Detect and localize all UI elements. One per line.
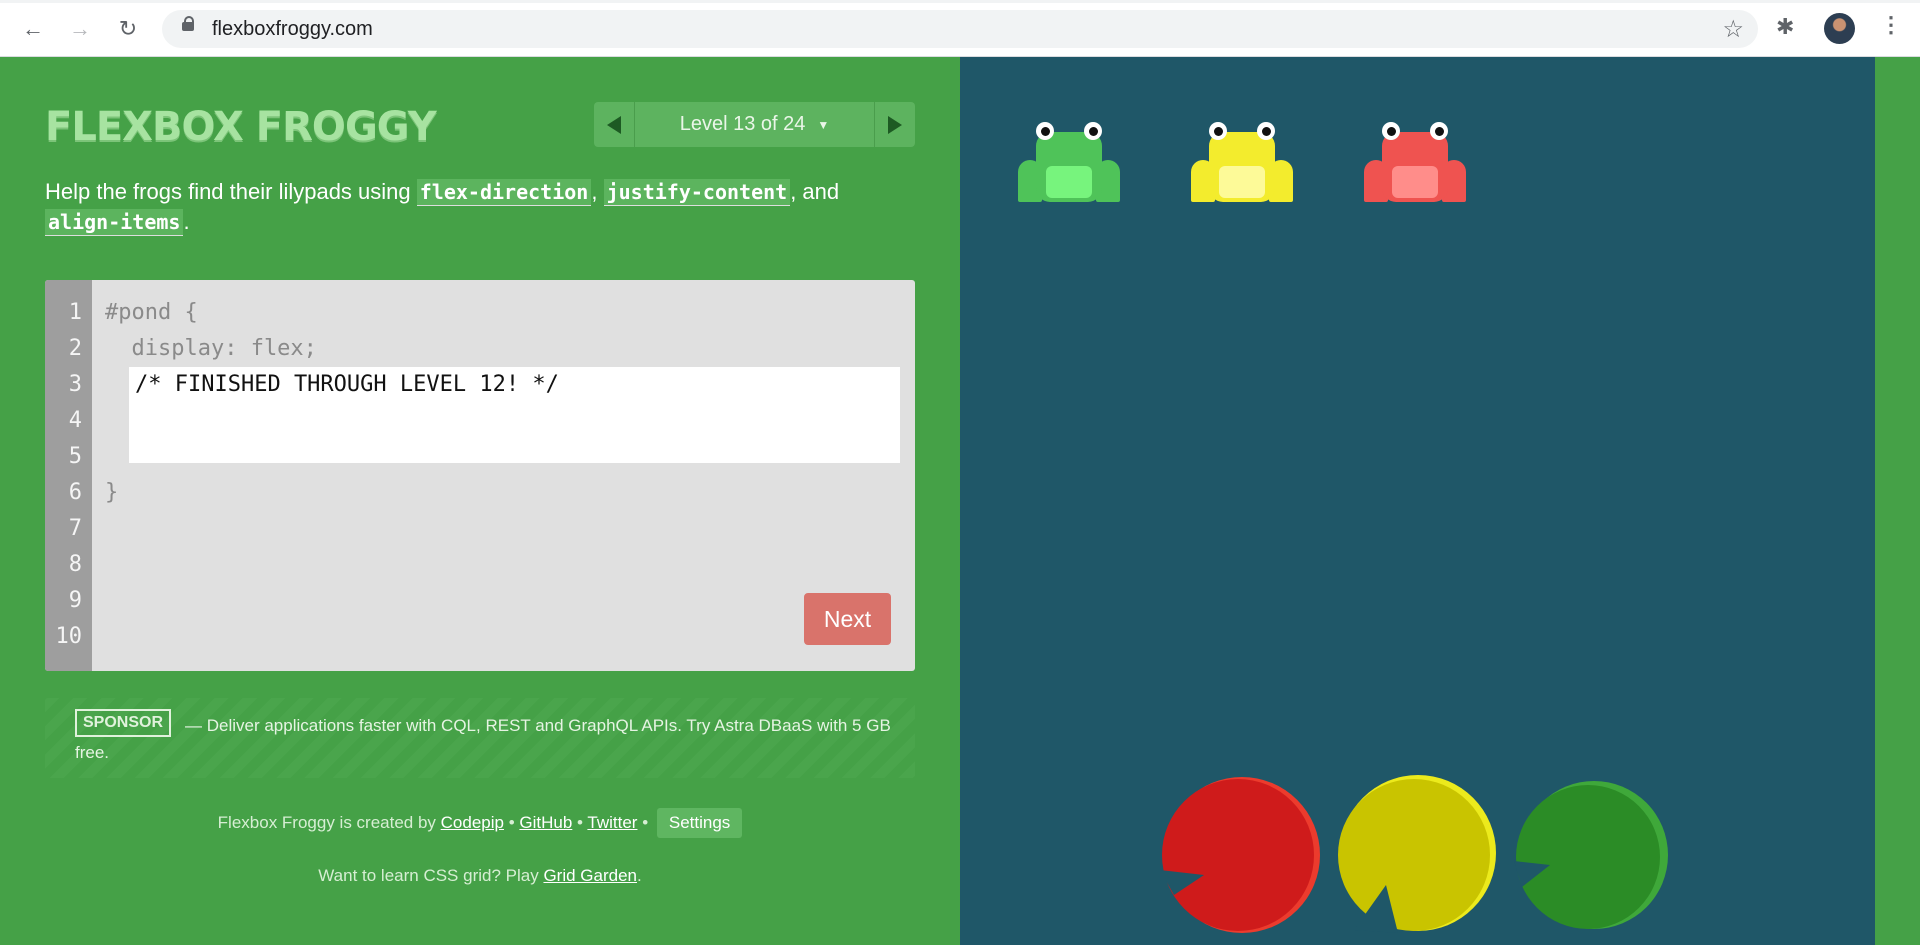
pond-board bbox=[960, 57, 1875, 945]
frog-eye bbox=[1257, 122, 1275, 140]
browser-menu-icon[interactable]: ⋮ bbox=[1880, 12, 1902, 38]
instructions-text: Help the frogs find their lilypads using… bbox=[45, 177, 905, 237]
separator-dot: • bbox=[503, 813, 520, 832]
next-level-button[interactable] bbox=[874, 102, 915, 147]
level-indicator[interactable]: Level 13 of 24 ▼ bbox=[635, 102, 874, 147]
twitter-link[interactable]: Twitter bbox=[587, 813, 637, 832]
line-number: 8 bbox=[68, 552, 82, 577]
reload-icon[interactable]: ↻ bbox=[113, 14, 143, 44]
line-number: 10 bbox=[55, 624, 83, 649]
instructions-panel: FLEXBOX FROGGY Level 13 of 24 ▼ Help the… bbox=[0, 57, 960, 945]
intro-text: Help the frogs find their lilypads using bbox=[45, 179, 417, 204]
frog-belly bbox=[1046, 166, 1092, 198]
lilypad-yellow bbox=[1338, 775, 1496, 933]
line-number: 3 bbox=[68, 372, 82, 397]
credits-text: Flexbox Froggy is created by bbox=[217, 813, 441, 832]
github-link[interactable]: GitHub bbox=[519, 813, 572, 832]
lock-icon[interactable] bbox=[182, 16, 194, 31]
level-label: Level 13 of 24 bbox=[679, 113, 806, 135]
frog-eye bbox=[1430, 122, 1448, 140]
tab-strip-edge bbox=[0, 0, 1920, 3]
intro-separator: , and bbox=[790, 179, 840, 204]
frog-eye bbox=[1382, 122, 1400, 140]
intro-separator: , bbox=[591, 179, 604, 204]
line-number: 2 bbox=[68, 336, 82, 361]
right-border-strip bbox=[1875, 57, 1920, 945]
lilypad-green bbox=[1514, 781, 1668, 929]
code-justify-content[interactable]: justify-content bbox=[603, 179, 791, 206]
code-align-items[interactable]: align-items bbox=[45, 209, 184, 236]
line-number: 5 bbox=[68, 444, 82, 469]
frog-eye bbox=[1036, 122, 1054, 140]
frog-eye bbox=[1209, 122, 1227, 140]
arrow-left-icon bbox=[607, 115, 621, 134]
frog-green bbox=[1014, 122, 1124, 212]
frog-yellow bbox=[1187, 122, 1297, 212]
css-input-value[interactable]: /* FINISHED THROUGH LEVEL 12! */ bbox=[135, 372, 559, 397]
codepip-link[interactable]: Codepip bbox=[441, 813, 504, 832]
lilypads-row bbox=[1160, 775, 1668, 933]
arrow-right-icon bbox=[888, 115, 902, 134]
frog-eye bbox=[1084, 122, 1102, 140]
level-navigator: Level 13 of 24 ▼ bbox=[594, 102, 915, 147]
promo-text: Want to learn CSS grid? Play bbox=[318, 866, 544, 885]
extensions-icon[interactable]: ✱ bbox=[1776, 14, 1794, 40]
code-flex-direction[interactable]: flex-direction bbox=[416, 179, 592, 206]
line-number: 4 bbox=[68, 408, 82, 433]
browser-toolbar: ← → ↻ flexboxfroggy.com ☆ ✱ ⋮ bbox=[0, 0, 1920, 57]
lilypad-red bbox=[1160, 777, 1320, 933]
code-line-display: display: flex; bbox=[105, 336, 317, 361]
intro-suffix: . bbox=[183, 209, 190, 234]
grid-garden-link[interactable]: Grid Garden bbox=[543, 866, 637, 885]
promo-suffix: . bbox=[637, 866, 642, 885]
frog-belly bbox=[1219, 166, 1265, 198]
next-button[interactable]: Next bbox=[804, 593, 891, 645]
sponsor-badge: SPONSOR bbox=[75, 709, 172, 737]
url-text[interactable]: flexboxfroggy.com bbox=[212, 18, 373, 41]
sponsor-text[interactable]: — Deliver applications faster with CQL, … bbox=[75, 712, 915, 766]
settings-button[interactable]: Settings bbox=[656, 808, 743, 838]
address-bar[interactable]: flexboxfroggy.com ☆ bbox=[162, 10, 1758, 48]
profile-avatar[interactable] bbox=[1824, 13, 1855, 44]
frog-belly bbox=[1392, 166, 1438, 198]
line-number-gutter: 1 2 3 4 5 6 7 8 9 10 bbox=[45, 280, 92, 671]
separator-dot: • bbox=[572, 813, 588, 832]
back-icon[interactable]: ← bbox=[18, 14, 48, 44]
code-line-selector: #pond { bbox=[105, 300, 198, 325]
line-number: 6 bbox=[68, 480, 82, 505]
bookmark-star-icon[interactable]: ☆ bbox=[1722, 15, 1744, 44]
caret-down-icon: ▼ bbox=[817, 117, 830, 132]
css-editor: 1 2 3 4 5 6 7 8 9 10 #pond { display: fl… bbox=[45, 280, 915, 671]
line-number: 7 bbox=[68, 516, 82, 541]
sponsor-banner[interactable]: — Deliver applications faster with CQL, … bbox=[45, 698, 915, 778]
forward-icon[interactable]: → bbox=[65, 14, 95, 44]
line-number: 9 bbox=[68, 588, 82, 613]
css-input-textarea[interactable]: /* FINISHED THROUGH LEVEL 12! */ bbox=[129, 367, 900, 463]
line-number: 1 bbox=[68, 300, 82, 325]
code-line-closing-brace: } bbox=[105, 480, 119, 505]
separator-dot: • bbox=[637, 813, 653, 832]
frog-red bbox=[1360, 122, 1470, 212]
grid-garden-promo: Want to learn CSS grid? Play Grid Garden… bbox=[0, 866, 960, 886]
previous-level-button[interactable] bbox=[594, 102, 635, 147]
game-logo: FLEXBOX FROGGY bbox=[45, 104, 437, 150]
credits-footer: Flexbox Froggy is created by Codepip • G… bbox=[0, 808, 960, 838]
